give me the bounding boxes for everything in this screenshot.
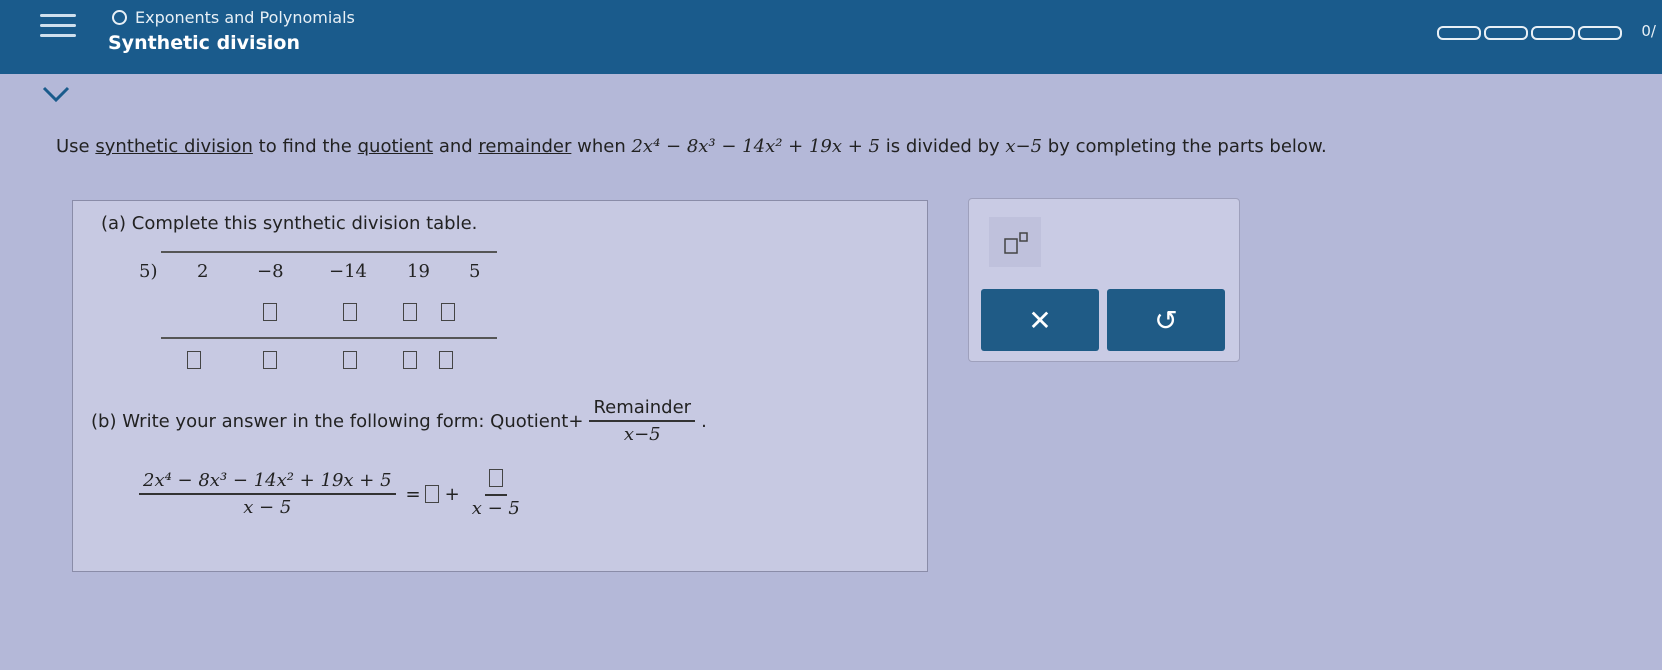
topic-title: Exponents and Polynomials — [112, 8, 355, 27]
circle-icon — [112, 10, 127, 25]
subtopic-title: Synthetic division — [108, 32, 300, 54]
topic-label: Exponents and Polynomials — [135, 8, 355, 27]
lhs-fraction: 2x⁴ − 8x³ − 14x² + 19x + 5 x − 5 — [139, 470, 396, 518]
remainder-fraction: Remainder x−5 — [589, 397, 696, 445]
remainder-input[interactable] — [488, 469, 503, 487]
undo-button[interactable]: ↺ — [1107, 289, 1225, 351]
row2-input-5[interactable] — [441, 303, 455, 321]
coef-3: −14 — [329, 261, 367, 282]
row2-input-3[interactable] — [343, 303, 357, 321]
coef-1: 2 — [197, 261, 209, 282]
divisor-expression: x−5 — [1005, 136, 1043, 157]
rhs-fraction: x − 5 — [472, 469, 520, 519]
exponent-icon — [1004, 232, 1028, 254]
answer-panel: (a) Complete this synthetic division tab… — [72, 200, 928, 572]
link-quotient[interactable]: quotient — [358, 136, 433, 157]
coef-4: 19 — [407, 261, 430, 282]
link-remainder[interactable]: remainder — [478, 136, 571, 157]
tool-panel: ✕ ↺ — [968, 198, 1240, 362]
row3-input-3[interactable] — [343, 351, 357, 369]
menu-icon[interactable] — [40, 14, 76, 40]
coef-2: −8 — [257, 261, 284, 282]
row2-input-2[interactable] — [263, 303, 277, 321]
row3-input-1[interactable] — [187, 351, 201, 369]
dividend-polynomial: 2x⁴ − 8x³ − 14x² + 19x + 5 — [631, 136, 880, 157]
synthetic-division-table: 5) 2 −8 −14 19 5 — [139, 251, 499, 391]
top-bar: Exponents and Polynomials Synthetic divi… — [0, 0, 1662, 74]
progress-bar — [1437, 26, 1622, 40]
row3-input-2[interactable] — [263, 351, 277, 369]
divisor-value: 5) — [139, 261, 158, 282]
question-text: Use synthetic division to find the quoti… — [56, 136, 1327, 157]
row3-input-4[interactable] — [403, 351, 417, 369]
coef-5: 5 — [469, 261, 481, 282]
clear-button[interactable]: ✕ — [981, 289, 1099, 351]
chevron-down-icon[interactable] — [40, 84, 72, 104]
quotient-input[interactable] — [424, 485, 439, 503]
link-synthetic-division[interactable]: synthetic division — [95, 136, 253, 157]
row2-input-4[interactable] — [403, 303, 417, 321]
row3-input-5[interactable] — [439, 351, 453, 369]
exponent-tool-button[interactable] — [989, 217, 1041, 267]
part-a-label: (a) Complete this synthetic division tab… — [101, 213, 478, 234]
answer-equation: 2x⁴ − 8x³ − 14x² + 19x + 5 x − 5 = + x −… — [133, 469, 526, 519]
part-b-label: (b) Write your answer in the following f… — [91, 397, 707, 445]
progress-label: 0/ — [1641, 22, 1656, 40]
